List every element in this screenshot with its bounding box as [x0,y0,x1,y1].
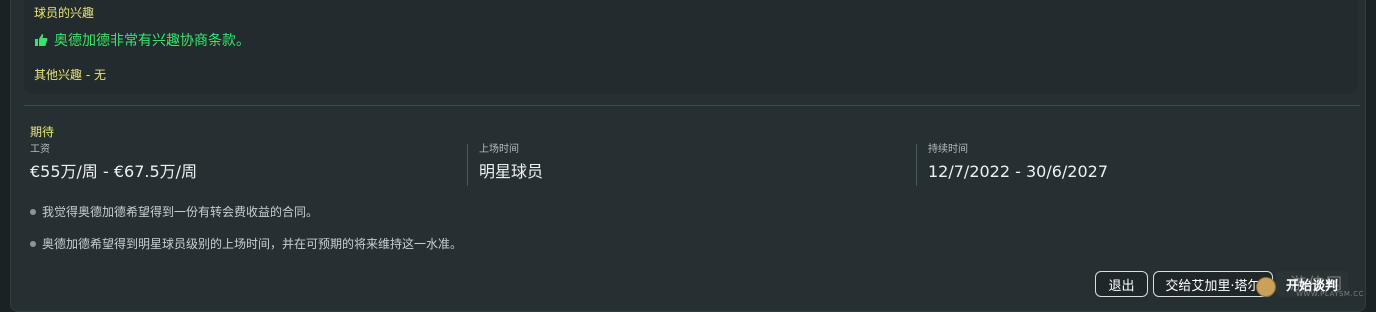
wage-label: 工资 [30,144,50,155]
bullet-dot-icon [30,240,36,247]
duration-label: 持续时间 [928,144,968,155]
playing-time-value: 明星球员 [479,162,544,181]
thumbs-up-icon [35,34,48,46]
section-divider [24,105,1360,106]
interest-statement-text: 奥德加德非常有兴趣协商条款。 [54,33,250,49]
expectation-note-text: 奥德加德希望得到明星球员级别的上场时间，并在可预期的将来维持这一水准。 [42,237,463,251]
interest-statement: 奥德加德非常有兴趣协商条款。 [34,30,250,50]
bullet-dot-icon [30,208,36,215]
expectations-title: 期待 [30,125,55,139]
exit-button[interactable]: 退出 [1095,271,1148,297]
expectation-note: 奥德加德希望得到明星球员级别的上场时间，并在可预期的将来维持这一水准。 [30,235,462,252]
delegate-button[interactable]: 交给艾加里·塔尔 [1153,271,1273,297]
interest-section-title: 球员的兴趣 [34,6,95,20]
player-interest-card: 球员的兴趣 奥德加德非常有兴趣协商条款。 其他兴趣 - 无 [24,0,1358,94]
staff-avatar-icon [1256,277,1276,297]
wage-column: 工资 €55万/周 - €67.5万/周 [30,144,460,186]
expectation-note-text: 我觉得奥德加德希望得到一份有转会费收益的合同。 [42,205,319,219]
playing-time-column: 上场时间 明星球员 [467,144,909,186]
expectation-note: 我觉得奥德加德希望得到一份有转会费收益的合同。 [30,203,318,220]
start-negotiation-button[interactable]: 开始谈判 [1276,271,1348,297]
duration-column: 持续时间 12/7/2022 - 30/6/2027 [916,144,1358,186]
wage-value: €55万/周 - €67.5万/周 [30,162,198,181]
playing-time-label: 上场时间 [479,144,519,155]
duration-value: 12/7/2022 - 30/6/2027 [928,162,1109,181]
other-interests: 其他兴趣 - 无 [34,68,106,82]
